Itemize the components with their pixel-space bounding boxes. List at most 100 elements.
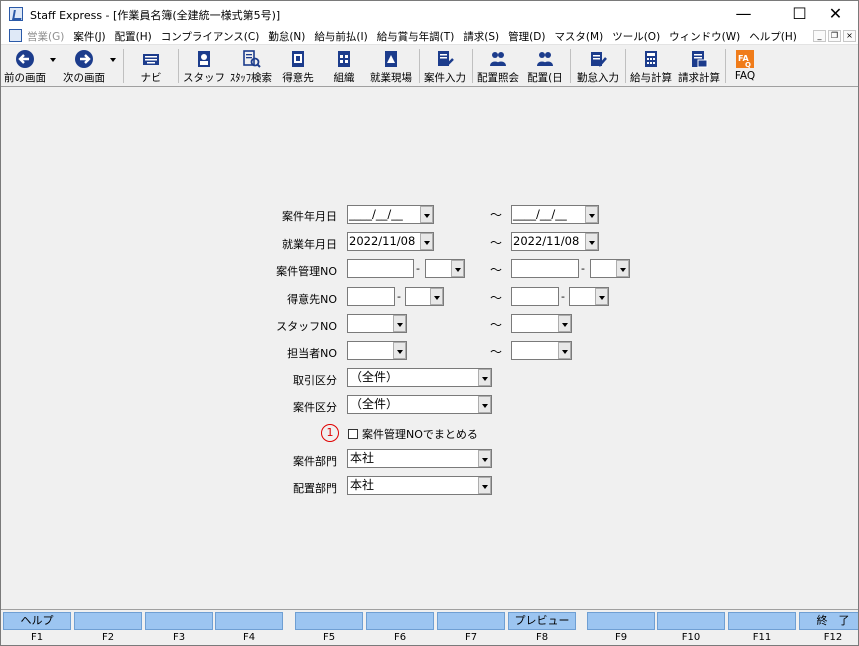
case-date-from-dropdown[interactable] (420, 206, 433, 223)
function-key-bar: ヘルプ F1 F2 F3 F4 F5 F6 F7 プレビュー F8 F9 F10 F11 終 了 F12 (1, 609, 858, 645)
menu-item[interactable]: 請求(S) (463, 31, 499, 43)
fkey-f12-button[interactable]: 終 了 (799, 612, 858, 630)
prev-screen-button[interactable]: 前の画面 (3, 46, 47, 86)
customer-no-label: 得意先NO (287, 293, 337, 306)
fkey-caption: F2 (101, 632, 115, 643)
customer-button[interactable]: 得意先 (278, 46, 318, 86)
fkey-f10-button[interactable] (657, 612, 725, 630)
fkey-f5-button[interactable] (295, 612, 363, 630)
customer-no-to-input[interactable] (511, 287, 559, 306)
menu-item[interactable]: 配置(H) (115, 31, 152, 43)
next-history-dropdown[interactable] (110, 58, 116, 62)
fkey-f9-button[interactable] (587, 612, 655, 630)
person-in-charge-no-from-dropdown[interactable] (393, 342, 406, 359)
case-date-to-dropdown[interactable] (585, 206, 598, 223)
staff-search-button[interactable]: ｽﾀｯﾌ検索 (226, 46, 276, 86)
menu-item[interactable]: 管理(D) (508, 31, 545, 43)
menu-item[interactable]: 勤怠(N) (268, 31, 305, 43)
toolbar-separator (123, 49, 124, 83)
staff-search-icon (243, 50, 261, 68)
case-type-select[interactable]: （全件） (347, 395, 492, 414)
customer-no-from-sub-dropdown[interactable] (430, 288, 443, 305)
menu-item[interactable]: マスタ(M) (554, 31, 603, 43)
menu-item[interactable]: ツール(O) (612, 31, 660, 43)
group-by-case-no-label[interactable]: 案件管理NOでまとめる (362, 426, 478, 442)
staff-no-from-dropdown[interactable] (393, 315, 406, 332)
transaction-type-select[interactable]: （全件） (347, 368, 492, 387)
payroll-calc-button[interactable]: 給与計算 (628, 46, 674, 86)
fkey-f2-button[interactable] (74, 612, 142, 630)
menu-item[interactable]: 給与前払(I) (314, 31, 367, 43)
chevron-down-icon[interactable] (478, 450, 491, 467)
close-button[interactable]: ✕ (813, 1, 858, 27)
menu-item[interactable]: コンプライアンス(C) (161, 31, 260, 43)
next-screen-button[interactable]: 次の画面 (61, 46, 107, 86)
case-mgmt-no-to-input[interactable] (511, 259, 579, 278)
transaction-type-value: （全件） (350, 370, 399, 384)
fkey-caption: F4 (242, 632, 256, 643)
child-window-icon[interactable] (9, 29, 22, 42)
fkey-f7-button[interactable] (437, 612, 505, 630)
organization-button[interactable]: 組織 (324, 46, 364, 86)
customer-book-icon (292, 51, 304, 67)
attendance-input-button[interactable]: 勤怠入力 (574, 46, 622, 86)
fkey-f1-button[interactable]: ヘルプ (3, 612, 71, 630)
case-mgmt-no-from-sub-dropdown[interactable] (451, 260, 464, 277)
navi-button[interactable]: ナビ (131, 46, 171, 86)
case-input-button[interactable]: 案件入力 (422, 46, 468, 86)
dash: - (561, 290, 565, 303)
next-screen-label: 次の画面 (63, 72, 105, 84)
chevron-down-icon[interactable] (478, 396, 491, 413)
billing-calc-button[interactable]: 請求計算 (676, 46, 722, 86)
case-mgmt-no-from-input[interactable] (347, 259, 414, 278)
case-type-value: （全件） (350, 397, 399, 411)
menu-item[interactable]: 案件(J) (73, 31, 105, 43)
chevron-down-icon[interactable] (478, 477, 491, 494)
case-input-label: 案件入力 (424, 72, 466, 84)
fkey-f4-button[interactable] (215, 612, 283, 630)
annotation-marker-1: 1 (321, 424, 339, 442)
case-dept-value: 本社 (350, 451, 375, 465)
work-date-to-dropdown[interactable] (585, 233, 598, 250)
customer-no-to-sub-dropdown[interactable] (595, 288, 608, 305)
prev-history-dropdown[interactable] (50, 58, 56, 62)
faq-button[interactable]: FA Q FAQ (728, 46, 762, 86)
case-type-label: 案件区分 (293, 401, 337, 414)
assignment-day-label: 配置(日 (527, 72, 563, 84)
window-title: Staff Express - [作業員名簿(全建統一様式第5号)] (30, 9, 281, 22)
chevron-down-icon[interactable] (478, 369, 491, 386)
customer-no-from-input[interactable] (347, 287, 395, 306)
range-tilde: ～ (490, 208, 503, 222)
menu-item[interactable]: ウィンドウ(W) (669, 31, 740, 43)
toolbar-separator (725, 49, 726, 83)
group-by-case-no-checkbox[interactable] (348, 429, 358, 439)
child-minimize-button[interactable]: _ (813, 30, 826, 42)
fkey-f11-button[interactable] (728, 612, 796, 630)
menu-item[interactable]: 営業(G) (27, 31, 64, 43)
person-in-charge-no-to-dropdown[interactable] (558, 342, 571, 359)
dash: - (581, 262, 585, 275)
fkey-caption: F3 (172, 632, 186, 643)
staff-button[interactable]: スタッフ (183, 46, 225, 86)
case-dept-select[interactable]: 本社 (347, 449, 492, 468)
minimize-button[interactable]: — (721, 1, 766, 27)
staff-book-icon (198, 51, 210, 67)
assignment-inquiry-button[interactable]: 配置照会 (475, 46, 521, 86)
fkey-f8-button[interactable]: プレビュー (508, 612, 576, 630)
work-site-button[interactable]: 就業現場 (368, 46, 414, 86)
staff-no-to-dropdown[interactable] (558, 315, 571, 332)
child-close-button[interactable]: × (843, 30, 856, 42)
range-tilde: ～ (490, 318, 503, 332)
title-bar: Staff Express - [作業員名簿(全建統一様式第5号)] — ☐ ✕ (1, 1, 858, 27)
menu-item[interactable]: 給与賞与年調(T) (377, 31, 455, 43)
assign-dept-select[interactable]: 本社 (347, 476, 492, 495)
menu-item[interactable]: ヘルプ(H) (749, 31, 797, 43)
child-restore-button[interactable]: ❐ (828, 30, 841, 42)
arrow-right-icon (75, 50, 93, 68)
fkey-f3-button[interactable] (145, 612, 213, 630)
assignment-day-button[interactable]: 配置(日 (524, 46, 566, 86)
work-date-from-dropdown[interactable] (420, 233, 433, 250)
prev-screen-label: 前の画面 (4, 72, 46, 84)
case-mgmt-no-to-sub-dropdown[interactable] (616, 260, 629, 277)
fkey-f6-button[interactable] (366, 612, 434, 630)
